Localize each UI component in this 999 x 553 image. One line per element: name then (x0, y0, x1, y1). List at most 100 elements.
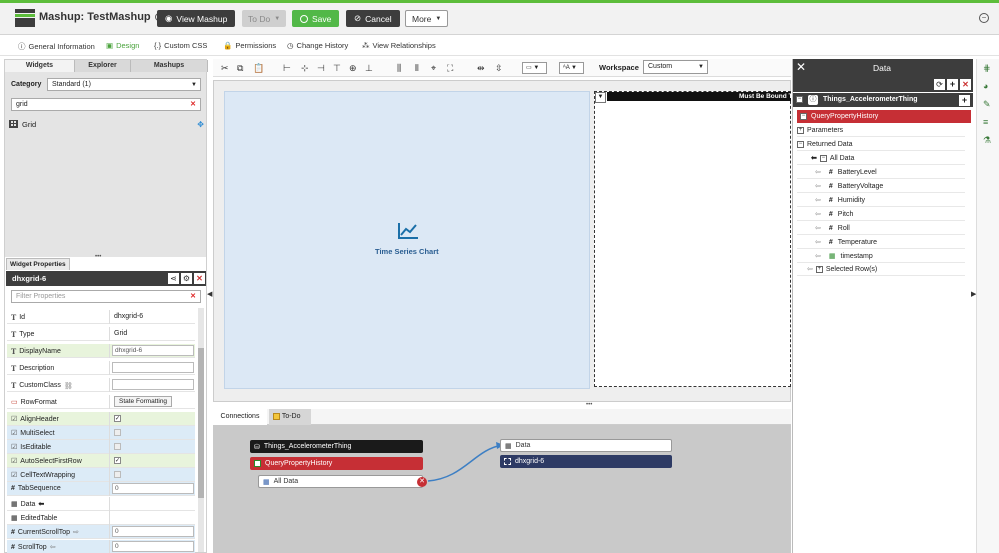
prop-row-autoselectfirstrow[interactable]: ☑ AutoSelectFirstRow ✓ (7, 454, 195, 468)
tab-general-information[interactable]: ⓘ General Information (18, 41, 95, 52)
all-data-row[interactable]: ⬅ − All Data (797, 152, 965, 165)
share-icon[interactable]: ⋖ (168, 273, 179, 284)
close-icon[interactable]: ✕ (194, 273, 205, 284)
clear-icon[interactable]: ✕ (190, 291, 196, 303)
more-button[interactable]: More ▼ (405, 10, 449, 27)
celltextwrapping-checkbox[interactable] (114, 471, 121, 478)
layout-dropdown[interactable]: ▭ ▼ (522, 62, 547, 74)
expand-icon[interactable]: + (797, 126, 804, 134)
align-right-icon[interactable]: ⊣ (317, 63, 325, 73)
field-row-batterylevel[interactable]: ⇦ # BatteryLevel (797, 166, 965, 179)
data-tool-icon[interactable]: ⋕ (983, 63, 991, 74)
state-formatting-button[interactable]: State Formatting (114, 396, 173, 407)
prop-row-multiselect[interactable]: ☑ MultiSelect (7, 426, 195, 440)
connection-node-alldata[interactable]: ▦ All Data ✕ (258, 475, 427, 488)
field-row-timestamp[interactable]: ⇦ ▦ timestamp (797, 250, 965, 263)
prop-row-data[interactable]: ▦ Data ⬅ (7, 497, 195, 511)
tabsequence-input[interactable]: 0 (112, 483, 194, 494)
tab-explorer[interactable]: Explorer (75, 60, 131, 72)
cut-icon[interactable]: ✂ (221, 63, 229, 73)
user-tool-icon[interactable]: ✎ (983, 99, 991, 110)
field-row-pitch[interactable]: ⇦ # Pitch (797, 208, 965, 221)
splitter-handle[interactable]: ••• (586, 402, 592, 408)
tab-mashups[interactable]: Mashups (131, 60, 208, 72)
tab-change-history[interactable]: ◷ Change History (287, 41, 348, 50)
grid-widget[interactable]: ▼ Must Be Bound T (594, 91, 792, 387)
parameters-row[interactable]: + Parameters (797, 124, 965, 137)
fit-icon[interactable]: ⛶ (447, 63, 453, 73)
save-button[interactable]: Save (292, 10, 340, 27)
returned-data-row[interactable]: − Returned Data (797, 138, 965, 151)
scrollbar-track[interactable] (198, 308, 204, 552)
data-service-row[interactable]: − QueryPropertyHistory (797, 110, 971, 123)
widget-item-grid[interactable]: Grid ✥ (9, 118, 204, 130)
tab-design[interactable]: ▣ Design (106, 41, 139, 50)
font-size-dropdown[interactable]: ᴬA ▼ (559, 62, 584, 74)
align-left-icon[interactable]: ⊢ (283, 63, 291, 73)
add-service-icon[interactable]: + (959, 95, 970, 106)
displayname-input[interactable]: dhxgrid-6 (112, 345, 194, 356)
prop-row-displayname[interactable]: T DisplayName dhxgrid-6 (7, 344, 195, 358)
collapse-icon[interactable]: − (819, 154, 827, 162)
todo-button[interactable]: To Do ▼ (242, 10, 287, 27)
add-icon[interactable]: + (947, 79, 958, 90)
paste-icon[interactable]: 📋 (253, 63, 264, 73)
tab-view-relationships[interactable]: ⁂ View Relationships (362, 41, 436, 50)
tab-widgets[interactable]: Widgets (5, 60, 75, 72)
connection-node-grid[interactable]: dhxgrid-6 (500, 455, 672, 468)
clear-icon[interactable]: ✕ (190, 99, 196, 111)
scrollbar-thumb[interactable] (198, 348, 204, 498)
prop-row-customclass[interactable]: T CustomClass ⛓ (7, 378, 195, 392)
session-tool-icon[interactable]: ◕ (983, 81, 988, 91)
collapse-left-icon[interactable]: ◀ (207, 290, 212, 298)
grid-widget-menu-icon[interactable]: ▼ (595, 92, 606, 103)
cancel-button[interactable]: ⊘ Cancel (346, 10, 400, 27)
align-center-icon[interactable]: ⊹ (301, 63, 309, 73)
data-thing-row[interactable]: − ⓘ Things_AccelerometerThing + (793, 93, 973, 107)
tab-todo[interactable]: To-Do (269, 409, 311, 425)
align-top-icon[interactable]: ⊤ (333, 63, 341, 73)
collapse-icon[interactable]: − (800, 113, 807, 120)
filter-properties-input[interactable]: Filter Properties ✕ (11, 290, 201, 303)
splitter-handle[interactable]: ••• (95, 254, 101, 260)
customclass-input[interactable] (112, 379, 194, 390)
prop-row-type[interactable]: T Type Grid (7, 327, 195, 341)
align-bottom-icon[interactable]: ⊥ (365, 63, 373, 73)
prop-row-id[interactable]: T Id dhxgrid-6 (7, 310, 195, 324)
view-mashup-button[interactable]: ◉ View Mashup (157, 10, 236, 27)
connection-node-thing[interactable]: ⛁ Things_AccelerometerThing (250, 440, 423, 453)
workspace-select[interactable]: Custom ▼ (643, 60, 708, 74)
same-height-icon[interactable]: ⇳ (495, 63, 503, 73)
iseditable-checkbox[interactable] (114, 443, 121, 450)
prop-row-iseditable[interactable]: ☑ IsEditable (7, 440, 195, 454)
refresh-icon[interactable]: ⟳ (934, 79, 945, 90)
scrolltop-input[interactable]: 0 (112, 541, 194, 552)
collapse-icon[interactable]: − (979, 13, 989, 23)
prop-row-tabsequence[interactable]: # TabSequence 0 (7, 482, 195, 496)
widget-properties-tab[interactable]: Widget Properties (6, 258, 70, 270)
field-row-humidity[interactable]: ⇦ # Humidity (797, 194, 965, 207)
copy-icon[interactable]: ⧉ (237, 63, 243, 73)
tab-connections[interactable]: Connections (213, 409, 267, 425)
tab-custom-css[interactable]: {.} Custom CSS (154, 41, 207, 50)
functions-tool-icon[interactable]: ≡ (983, 117, 988, 127)
currentscrolltop-input[interactable]: 0 (112, 526, 194, 537)
validator-tool-icon[interactable]: ⚗ (983, 135, 991, 146)
widget-search-input[interactable]: grid ✕ (11, 98, 201, 111)
prop-row-alignheader[interactable]: ☑ AlignHeader ✓ (7, 412, 195, 426)
prop-row-rowformat[interactable]: ▭ RowFormat State Formatting (7, 395, 195, 409)
prop-row-celltextwrapping[interactable]: ☑ CellTextWrapping (7, 468, 195, 482)
prop-row-currentscrolltop[interactable]: # CurrentScrollTop ⇨ 0 (7, 525, 195, 539)
align-middle-icon[interactable]: ⊕ (349, 63, 357, 73)
time-series-chart-widget[interactable]: Time Series Chart (224, 91, 590, 389)
connection-node-data[interactable]: ▦ Data (500, 439, 672, 452)
alignheader-checkbox[interactable]: ✓ (114, 415, 121, 422)
tab-permissions[interactable]: 🔒 Permissions (223, 41, 276, 50)
multiselect-checkbox[interactable] (114, 429, 121, 436)
connection-node-service[interactable]: QueryPropertyHistory (250, 457, 423, 470)
prop-row-editedtable[interactable]: ▦ EditedTable (7, 511, 195, 525)
center-icon[interactable]: ⌖ (431, 63, 436, 73)
autoselectfirstrow-checkbox[interactable]: ✓ (114, 457, 121, 464)
collapse-icon[interactable]: − (796, 96, 803, 103)
description-input[interactable] (112, 362, 194, 373)
